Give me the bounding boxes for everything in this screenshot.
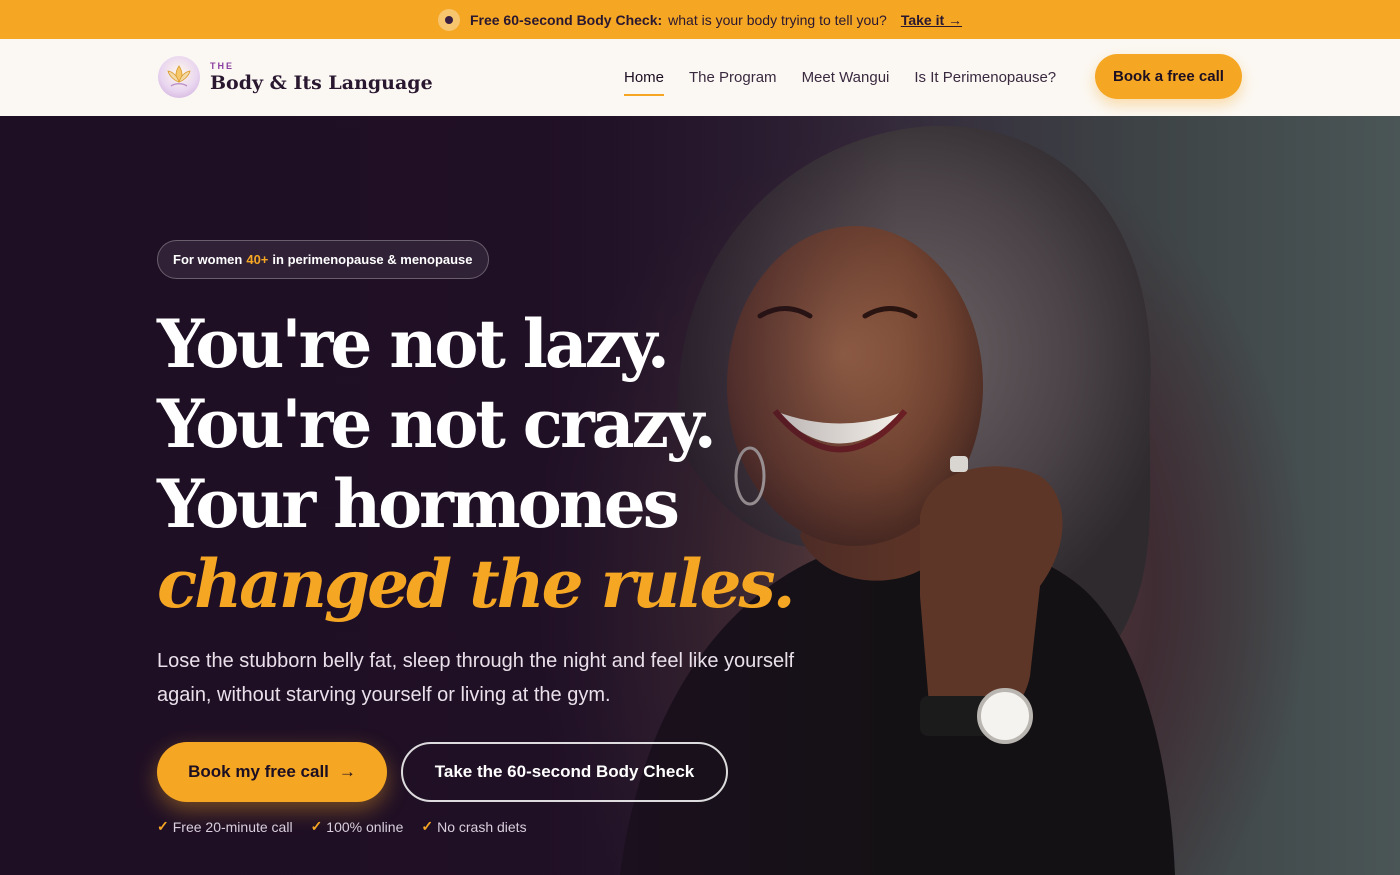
headline-line-1: You're not lazy. [157, 305, 670, 383]
audience-badge: For women 40+ in perimenopause & menopau… [157, 240, 489, 279]
perk-label: No crash diets [437, 818, 527, 835]
book-my-free-call-button[interactable]: Book my free call → [157, 742, 387, 802]
brand-prefix: THE [210, 60, 234, 71]
check-icon: ✓ [310, 818, 323, 834]
nav-item-home[interactable]: Home [624, 61, 665, 96]
headline-line-2: You're not crazy. [157, 385, 717, 463]
badge-highlight: 40+ [246, 252, 269, 267]
site-header: THE Body & Its Language Home The Program… [0, 39, 1400, 116]
hero-headline: You're not lazy. You're not crazy. Your … [157, 304, 796, 624]
record-dot-icon [437, 8, 460, 31]
perks-list: ✓ Free 20-minute call ✓ 100% online ✓ No… [157, 818, 527, 835]
perk-item: ✓ 100% online [311, 818, 404, 835]
perk-item: ✓ Free 20-minute call [157, 818, 293, 835]
hero-section: For women 40+ in perimenopause & menopau… [0, 116, 1400, 875]
announcement-bold: Free 60-second Body Check: [469, 11, 663, 28]
nav-item-program[interactable]: The Program [689, 61, 777, 94]
main-nav: Home The Program Meet Wangui Is It Perim… [624, 39, 1056, 116]
brand-logo[interactable]: THE Body & Its Language [158, 56, 433, 98]
badge-pre: For women [173, 252, 243, 267]
brand-name: Body & Its Language [210, 71, 433, 94]
check-icon: ✓ [157, 818, 169, 834]
headline-accent: changed the rules. [157, 545, 796, 623]
announcement-bar: Free 60-second Body Check: what is your … [0, 0, 1400, 39]
lotus-logo-icon [158, 56, 200, 98]
perk-item: ✓ No crash diets [421, 818, 526, 835]
primary-cta-label: Book my free call [188, 762, 329, 781]
perk-label: Free 20-minute call [172, 818, 293, 835]
book-free-call-button[interactable]: Book a free call [1095, 54, 1242, 99]
badge-post: in perimenopause & menopause [272, 252, 473, 267]
body-check-button[interactable]: Take the 60-second Body Check [401, 742, 728, 802]
check-icon: ✓ [421, 818, 434, 834]
announcement-text: what is your body trying to tell you? [668, 11, 887, 28]
take-it-link[interactable]: Take it → [901, 12, 962, 28]
nav-item-perimenopause[interactable]: Is It Perimenopause? [914, 61, 1056, 94]
perk-label: 100% online [326, 818, 404, 835]
nav-item-meet-wangui[interactable]: Meet Wangui [802, 61, 890, 94]
headline-line-3: Your hormones [157, 465, 680, 543]
arrow-right-icon: → [338, 762, 356, 781]
hero-subheadline: Lose the stubborn belly fat, sleep throu… [157, 650, 795, 706]
